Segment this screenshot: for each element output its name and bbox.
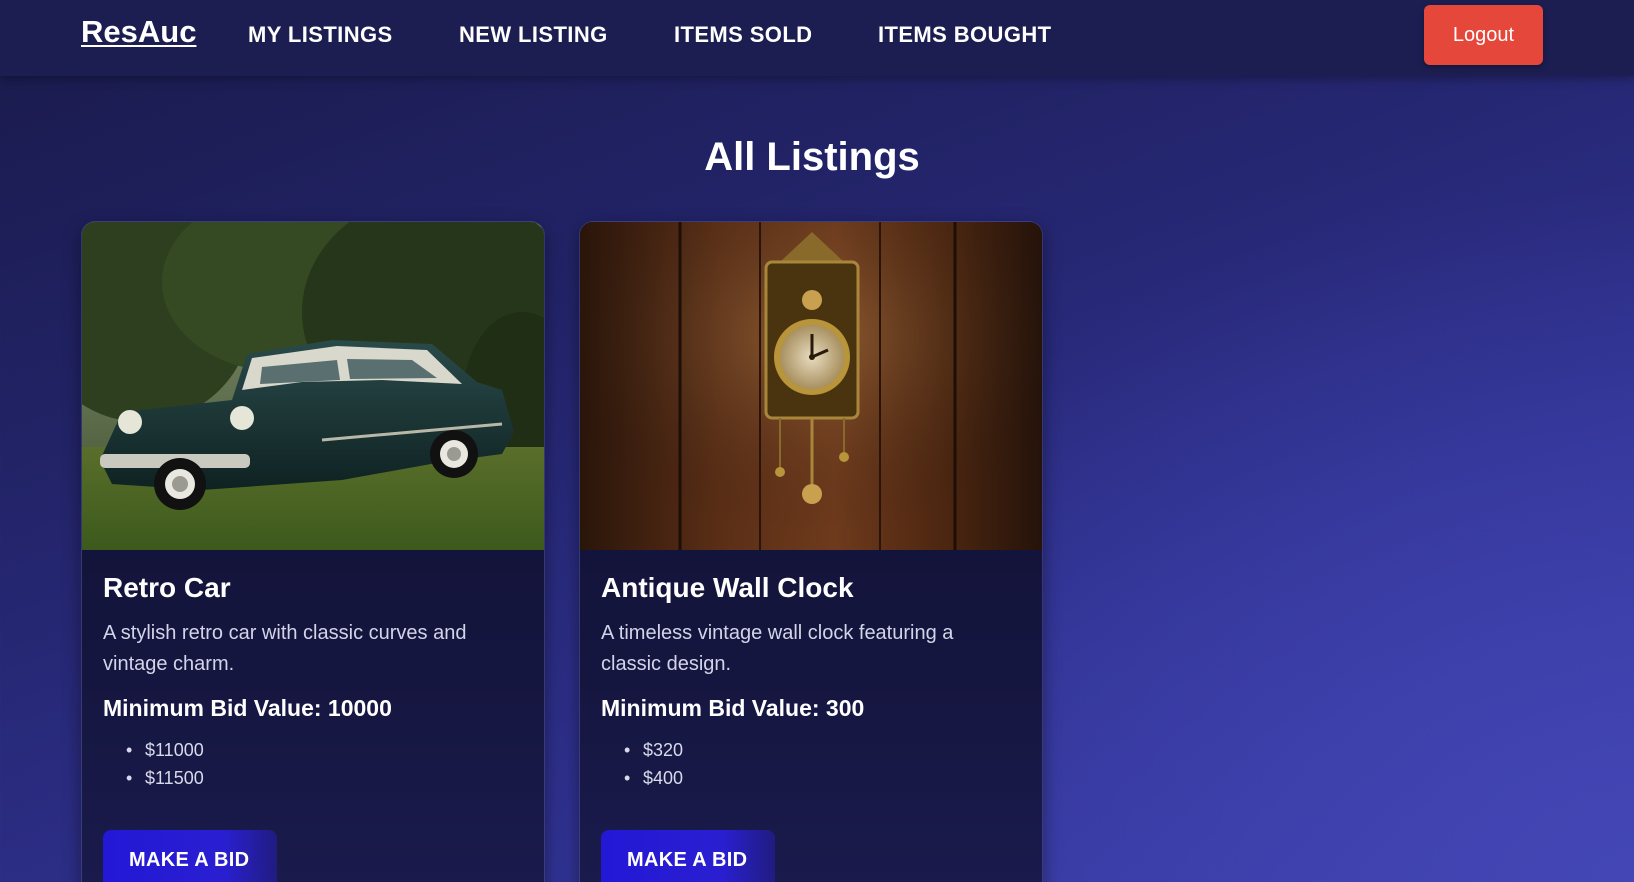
listing-title: Retro Car bbox=[103, 572, 231, 603]
listing-card: Antique Wall Clock A timeless vintage wa… bbox=[579, 221, 1043, 882]
page-title: All Listings bbox=[704, 135, 920, 179]
make-a-bid-button[interactable]: MAKE A BID bbox=[601, 830, 775, 882]
antique-wall-clock-image bbox=[580, 222, 1042, 550]
bid-list: $320 $400 bbox=[622, 736, 683, 792]
top-navbar: ResAuc MY LISTINGS NEW LISTING ITEMS SOL… bbox=[0, 0, 1634, 76]
nav-my-listings[interactable]: MY LISTINGS bbox=[248, 22, 393, 48]
listing-description: A stylish retro car with classic curves … bbox=[103, 622, 467, 675]
nav-items-sold[interactable]: ITEMS SOLD bbox=[674, 22, 812, 48]
bid-item: $11500 bbox=[124, 764, 204, 792]
listing-title: Antique Wall Clock bbox=[601, 572, 854, 603]
listing-description: A timeless vintage wall clock featuring … bbox=[601, 622, 954, 675]
bid-list: $11000 $11500 bbox=[124, 736, 204, 792]
listing-card: Retro Car A stylish retro car with class… bbox=[81, 221, 545, 882]
bid-item: $11000 bbox=[124, 736, 204, 764]
nav-new-listing[interactable]: NEW LISTING bbox=[459, 22, 608, 48]
bid-item: $320 bbox=[622, 736, 683, 764]
brand-logo-link[interactable]: ResAuc bbox=[81, 14, 196, 50]
minimum-bid-value: Minimum Bid Value: 10000 bbox=[103, 695, 392, 721]
bid-item: $400 bbox=[622, 764, 683, 792]
logout-button[interactable]: Logout bbox=[1424, 5, 1543, 65]
nav-items-bought[interactable]: ITEMS BOUGHT bbox=[878, 22, 1051, 48]
make-a-bid-button[interactable]: MAKE A BID bbox=[103, 830, 277, 882]
minimum-bid-value: Minimum Bid Value: 300 bbox=[601, 695, 865, 721]
retro-car-image bbox=[82, 222, 544, 550]
